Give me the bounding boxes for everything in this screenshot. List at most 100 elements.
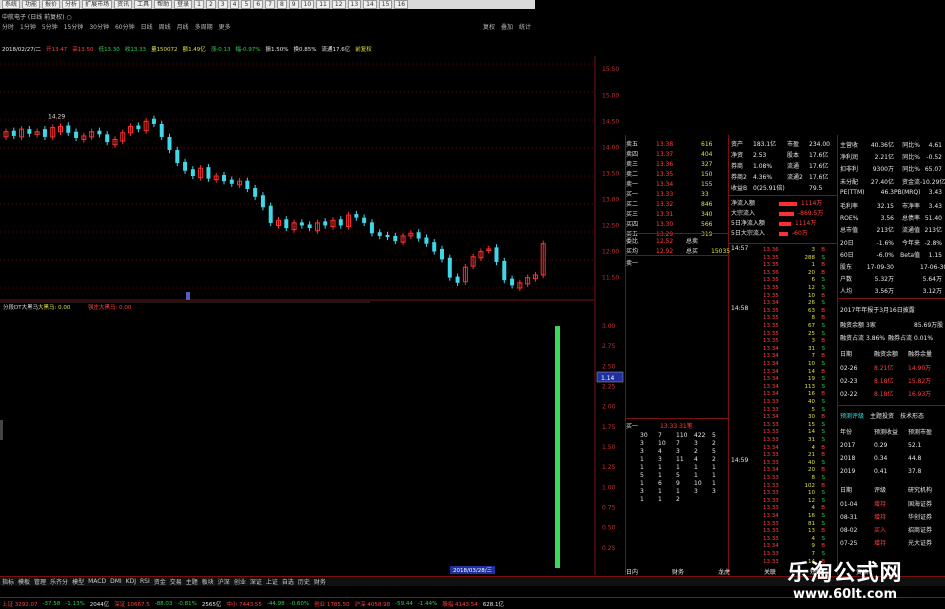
period-tab[interactable]: 更多 — [219, 22, 231, 31]
indicator-tab[interactable]: 上证 — [266, 577, 278, 586]
period-tab[interactable]: 月线 — [177, 22, 189, 31]
scroll-handle[interactable] — [0, 420, 3, 440]
ask-row[interactable]: 卖四 13.37 404 — [626, 149, 726, 158]
chart-option-button[interactable]: 统计 — [519, 22, 531, 31]
toolbar-button[interactable]: 7 — [265, 0, 275, 9]
trade-tick-row: 13.35 25 S — [763, 330, 825, 337]
bid-row[interactable]: 买二 13.32 846 — [626, 199, 726, 208]
period-tab[interactable]: 15分钟 — [64, 22, 84, 31]
finance-row: 20日 -1.6% 今年来 -2.8% — [840, 239, 942, 247]
chart-option-button[interactable]: 叠加 — [501, 22, 513, 31]
indicator-tab[interactable]: MACD — [88, 578, 106, 585]
ask-row[interactable]: 卖二 13.35 150 — [626, 169, 726, 178]
ask-price: 13.36 — [656, 161, 674, 168]
bid-row[interactable]: 买三 13.31 340 — [626, 209, 726, 218]
chart-option-button[interactable]: 复权 — [483, 22, 495, 31]
candlestick-chart[interactable]: 15.5015.0014.5014.0013.5013.0012.5012.00… — [0, 56, 630, 301]
sell1-label: 卖一 — [626, 260, 639, 267]
indicator-chart[interactable]: 分段DT大黑马 大黑马: 0.00 强庄大黑马: 0.003.002.752.502… — [0, 300, 630, 575]
toolbar-button[interactable]: 3 — [217, 0, 228, 9]
bid-label: 买四 — [626, 221, 639, 228]
indicator-tab[interactable]: 管理 — [34, 577, 46, 586]
candle-body — [27, 129, 32, 134]
toolbar-button[interactable]: 12 — [331, 0, 346, 9]
toolbar-button[interactable]: 分析 — [62, 0, 81, 9]
index-quote: -1.13% — [65, 600, 85, 607]
period-tab[interactable]: 分时 — [2, 22, 14, 31]
toolbar-button[interactable]: 资讯 — [114, 0, 133, 9]
period-tab[interactable]: 5分钟 — [42, 22, 58, 31]
ask-row[interactable]: 卖五 13.38 616 — [626, 139, 726, 148]
toolbar-button[interactable]: 13 — [347, 0, 362, 9]
forecast-tab[interactable]: 预测评级 — [840, 411, 864, 420]
indicator-tab[interactable]: 主题 — [186, 577, 198, 586]
right-tab[interactable]: 日内 — [626, 567, 672, 576]
indicator-tab[interactable]: 指标 — [2, 577, 14, 586]
right-tab[interactable]: 财务 — [672, 567, 718, 576]
toolbar-button[interactable]: 系统 — [2, 0, 21, 9]
period-tab[interactable]: 1分钟 — [20, 22, 36, 31]
marker — [186, 292, 190, 300]
forecast-row: 2017 0.29 52.1 — [840, 442, 922, 449]
period-tab[interactable]: 周线 — [159, 22, 171, 31]
indicator-tab[interactable]: 交易 — [170, 577, 182, 586]
indicator-tab[interactable]: 乐齐分 — [50, 577, 68, 586]
candle-body — [175, 149, 180, 163]
toolbar-button[interactable]: 5 — [241, 0, 252, 9]
toolbar-button[interactable]: 4 — [229, 0, 240, 9]
indicator-tab[interactable]: KDJ — [126, 578, 136, 585]
toolbar-button[interactable]: 帮助 — [154, 0, 173, 9]
info-field: 收13.33 — [124, 47, 147, 53]
toolbar-button[interactable]: 11 — [316, 0, 330, 9]
toolbar-button[interactable]: 8 — [276, 0, 287, 9]
period-tab[interactable]: 60分钟 — [115, 22, 135, 31]
toolbar-button[interactable]: 15 — [378, 0, 393, 9]
queue-cell: 30 — [640, 432, 648, 439]
indicator-tab[interactable]: 历史 — [298, 577, 310, 586]
toolbar-button[interactable]: 16 — [394, 0, 409, 9]
indicator-tab[interactable]: DMI — [110, 578, 122, 585]
toolbar-button[interactable]: 10 — [300, 0, 315, 9]
queue-cell: 3 — [676, 448, 680, 455]
indicator-tab[interactable]: 自选 — [282, 577, 294, 586]
candle-body — [284, 219, 289, 229]
toolbar-button[interactable]: 2 — [205, 0, 216, 9]
info-field: 低13.30 — [98, 47, 120, 53]
indicator-tab[interactable]: 沪深 — [218, 577, 230, 586]
toolbar-button[interactable]: 登录 — [174, 0, 193, 9]
info-field: 涨-0.13 — [210, 47, 231, 53]
forecast-tab[interactable]: 技术形态 — [900, 411, 924, 420]
period-tab[interactable]: 日线 — [141, 22, 153, 31]
bid-price: 13.33 — [656, 191, 674, 198]
toolbar-button[interactable]: 9 — [288, 0, 299, 9]
toolbar-button[interactable]: 功能 — [22, 0, 41, 9]
forecast-tab[interactable]: 主题投资 — [870, 411, 894, 420]
ask-volume: 155 — [701, 181, 713, 188]
indicator-tab[interactable]: 深证 — [250, 577, 262, 586]
indicator-tab[interactable]: 创业 — [234, 577, 246, 586]
trade-tick-row: 13.34 16 B — [763, 391, 825, 398]
trade-tick-row: 13.34 10 S — [763, 361, 825, 367]
toolbar-button[interactable]: 工具 — [134, 0, 153, 9]
bid-row[interactable]: 买四 13.30 566 — [626, 219, 726, 228]
trade-tick-row: 13.35 1 B — [763, 262, 825, 269]
indicator-tab[interactable]: 财务 — [314, 577, 326, 586]
toolbar-button[interactable]: 14 — [363, 0, 377, 9]
indicator-tab[interactable]: 模板 — [18, 577, 30, 586]
toolbar-button[interactable]: 报价 — [42, 0, 61, 9]
bid-row[interactable]: 买一 13.33 33 — [626, 189, 726, 198]
trade-tick-row: 13.35 12 S — [763, 285, 825, 291]
period-tab[interactable]: 30分钟 — [89, 22, 109, 31]
indicator-tab[interactable]: 板块 — [202, 577, 214, 586]
indicator-tab[interactable]: RSI — [140, 578, 150, 585]
toolbar-button[interactable]: 6 — [253, 0, 264, 9]
ask-row[interactable]: 卖一 13.34 155 — [626, 179, 726, 188]
toolbar-button[interactable]: 扩展市场 — [82, 0, 113, 9]
period-tab[interactable]: 多周期 — [195, 22, 213, 31]
toolbar-button[interactable]: 1 — [194, 0, 204, 9]
indicator-tab[interactable]: 模型 — [72, 577, 84, 586]
separator — [728, 195, 837, 196]
indicator-tab[interactable]: 资金 — [154, 577, 166, 586]
bid-price: 13.31 — [656, 211, 674, 218]
ask-row[interactable]: 卖三 13.36 327 — [626, 159, 726, 168]
